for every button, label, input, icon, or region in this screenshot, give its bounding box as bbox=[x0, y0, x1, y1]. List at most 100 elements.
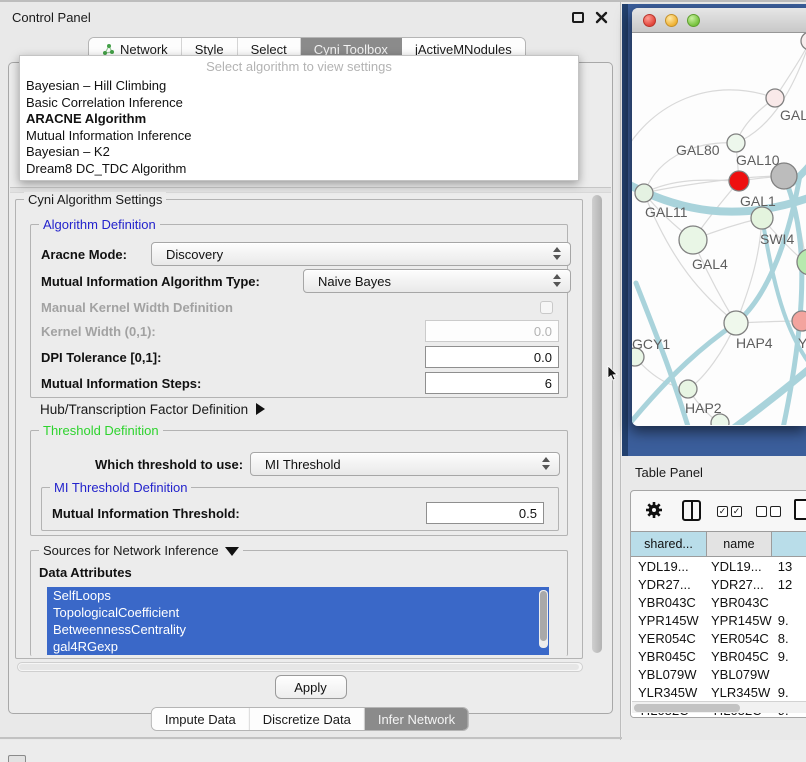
node-gal1-selected[interactable] bbox=[729, 171, 749, 191]
deselect-all-checkbox-icon[interactable] bbox=[756, 506, 767, 517]
mi-algorithm-type-select[interactable]: Naive Bayes bbox=[303, 269, 571, 293]
cell: YBR043C bbox=[631, 595, 707, 610]
stepper-arrows-icon bbox=[553, 247, 561, 260]
close-traffic-light-icon[interactable] bbox=[643, 14, 656, 27]
scrollbar-thumb[interactable] bbox=[540, 591, 547, 641]
select-all-checkbox-icon[interactable] bbox=[731, 506, 742, 517]
node-label: GAL1 bbox=[740, 193, 776, 209]
sources-group-title[interactable]: Sources for Network Inference bbox=[39, 543, 243, 558]
node-gal11[interactable] bbox=[635, 184, 653, 202]
node-label: GCY1 bbox=[632, 336, 670, 352]
tab-discretize-data[interactable]: Discretize Data bbox=[250, 708, 365, 730]
algorithm-option[interactable]: Dream8 DC_TDC Algorithm bbox=[20, 161, 578, 178]
node-label: HAP4 bbox=[736, 335, 773, 351]
cell: YBR045C bbox=[707, 649, 772, 664]
columns-icon[interactable] bbox=[682, 500, 701, 521]
table-row[interactable]: YDL19...YDL19...13 bbox=[631, 557, 806, 575]
tab-label: Impute Data bbox=[165, 712, 236, 727]
node-gal80[interactable] bbox=[727, 134, 745, 152]
field-value: 0.0 bbox=[534, 350, 552, 365]
export-table-icon[interactable] bbox=[794, 499, 806, 520]
cell: YBL079W bbox=[631, 667, 707, 682]
data-attributes-list[interactable]: SelfLoops TopologicalCoefficient Between… bbox=[47, 587, 549, 655]
minimized-panel-icon[interactable] bbox=[8, 755, 26, 762]
collapse-down-icon bbox=[225, 547, 239, 556]
cell: 12 bbox=[772, 577, 806, 592]
node[interactable] bbox=[792, 311, 806, 331]
column-header-shared-name[interactable]: shared... bbox=[631, 532, 707, 556]
attribute-item-selected[interactable]: gal4RGexp bbox=[47, 638, 549, 655]
algorithm-option[interactable]: Bayesian – Hill Climbing bbox=[20, 78, 578, 95]
algorithm-option-selected[interactable]: ARACNE Algorithm bbox=[20, 111, 578, 128]
node-labels: GAL80 GAL10 GAL1 GAL11 SWI4 GAL4 GCY1 HA… bbox=[632, 107, 806, 416]
apply-button[interactable]: Apply bbox=[275, 675, 347, 699]
table-row[interactable]: YBR045CYBR045C9. bbox=[631, 647, 806, 665]
network-window-titlebar[interactable] bbox=[632, 8, 806, 33]
select-value: Naive Bayes bbox=[318, 274, 391, 289]
tab-infer-network[interactable]: Infer Network bbox=[365, 708, 468, 730]
node[interactable] bbox=[766, 89, 784, 107]
node-swi4[interactable] bbox=[751, 207, 773, 229]
cell: 8. bbox=[772, 631, 806, 646]
attribute-item-selected[interactable]: SelfLoops bbox=[47, 587, 549, 604]
table-row[interactable]: YLR345WYLR345W9. bbox=[631, 683, 806, 701]
settings-vertical-scrollbar[interactable] bbox=[591, 193, 604, 723]
select-all-checkbox-icon[interactable] bbox=[717, 506, 728, 517]
table-row[interactable]: YBL079WYBL079W bbox=[631, 665, 806, 683]
algorithm-option[interactable]: Basic Correlation Inference bbox=[20, 95, 578, 112]
node[interactable] bbox=[801, 33, 806, 50]
which-threshold-select[interactable]: MI Threshold bbox=[250, 452, 560, 476]
gear-icon[interactable] bbox=[645, 501, 663, 524]
algorithm-option[interactable]: Mutual Information Inference bbox=[20, 128, 578, 145]
attributes-scrollbar[interactable] bbox=[539, 590, 548, 648]
table-row[interactable]: YDR27...YDR27...12 bbox=[631, 575, 806, 593]
zoom-traffic-light-icon[interactable] bbox=[687, 14, 700, 27]
manual-kernel-label: Manual Kernel Width Definition bbox=[41, 300, 233, 315]
hub-definition-toggle[interactable]: Hub/Transcription Factor Definition bbox=[40, 400, 265, 418]
mi-algorithm-type-label: Mutual Information Algorithm Type: bbox=[41, 274, 260, 289]
group-title: Cyni Algorithm Settings bbox=[24, 192, 166, 207]
manual-kernel-checkbox[interactable] bbox=[540, 301, 553, 314]
algorithm-definition-group: Algorithm Definition Aracne Mode: Discov… bbox=[30, 224, 568, 398]
table-row[interactable]: YPR145WYPR145W9. bbox=[631, 611, 806, 629]
dpi-tolerance-field[interactable]: 0.0 bbox=[425, 346, 559, 368]
table-row[interactable]: YER054CYER054C8. bbox=[631, 629, 806, 647]
tab-impute-data[interactable]: Impute Data bbox=[152, 708, 250, 730]
mi-threshold-label: Mutual Information Threshold: bbox=[52, 506, 240, 521]
node[interactable] bbox=[797, 249, 806, 275]
cell: YDL19... bbox=[631, 559, 707, 574]
node-gal4[interactable] bbox=[679, 226, 707, 254]
table-row[interactable]: YBR043CYBR043C bbox=[631, 593, 806, 611]
network-nodes[interactable] bbox=[632, 33, 806, 425]
cyni-bottom-tabbar: Impute Data Discretize Data Infer Networ… bbox=[151, 707, 469, 731]
algorithm-option[interactable]: Bayesian – K2 bbox=[20, 144, 578, 161]
network-canvas[interactable]: GAL80 GAL10 GAL1 GAL11 SWI4 GAL4 GCY1 HA… bbox=[632, 33, 806, 425]
cell: YDR27... bbox=[631, 577, 707, 592]
mi-steps-field[interactable]: 6 bbox=[425, 372, 559, 394]
aracne-mode-select[interactable]: Discovery bbox=[151, 242, 571, 266]
minimize-traffic-light-icon[interactable] bbox=[665, 14, 678, 27]
deselect-all-checkbox-icon[interactable] bbox=[770, 506, 781, 517]
cell: YER054C bbox=[707, 631, 772, 646]
scrollbar-thumb[interactable] bbox=[634, 704, 740, 712]
close-icon[interactable] bbox=[595, 11, 608, 24]
scrollbar-thumb[interactable] bbox=[19, 664, 579, 670]
attribute-item-selected[interactable]: BetweennessCentrality bbox=[47, 621, 549, 638]
algorithm-dropdown-popup: Select algorithm to view settings Bayesi… bbox=[19, 55, 579, 181]
column-header-name[interactable]: name bbox=[707, 532, 772, 556]
scrollbar-thumb[interactable] bbox=[592, 195, 602, 653]
aracne-mode-label: Aracne Mode: bbox=[41, 247, 127, 262]
float-window-icon[interactable] bbox=[572, 12, 584, 23]
attribute-item-selected[interactable]: TopologicalCoefficient bbox=[47, 604, 549, 621]
table-horizontal-scrollbar[interactable] bbox=[632, 701, 806, 713]
cell: 13 bbox=[772, 559, 806, 574]
cell: YER054C bbox=[631, 631, 707, 646]
node-hap4[interactable] bbox=[724, 311, 748, 335]
settings-horizontal-scrollbar[interactable] bbox=[17, 662, 583, 672]
kernel-width-field[interactable]: 0.0 bbox=[425, 320, 559, 342]
cell: 9. bbox=[772, 649, 806, 664]
mi-threshold-field[interactable]: 0.5 bbox=[426, 502, 544, 524]
column-header[interactable] bbox=[772, 532, 806, 556]
cell: YDL19... bbox=[707, 559, 772, 574]
node-hap2[interactable] bbox=[679, 380, 697, 398]
